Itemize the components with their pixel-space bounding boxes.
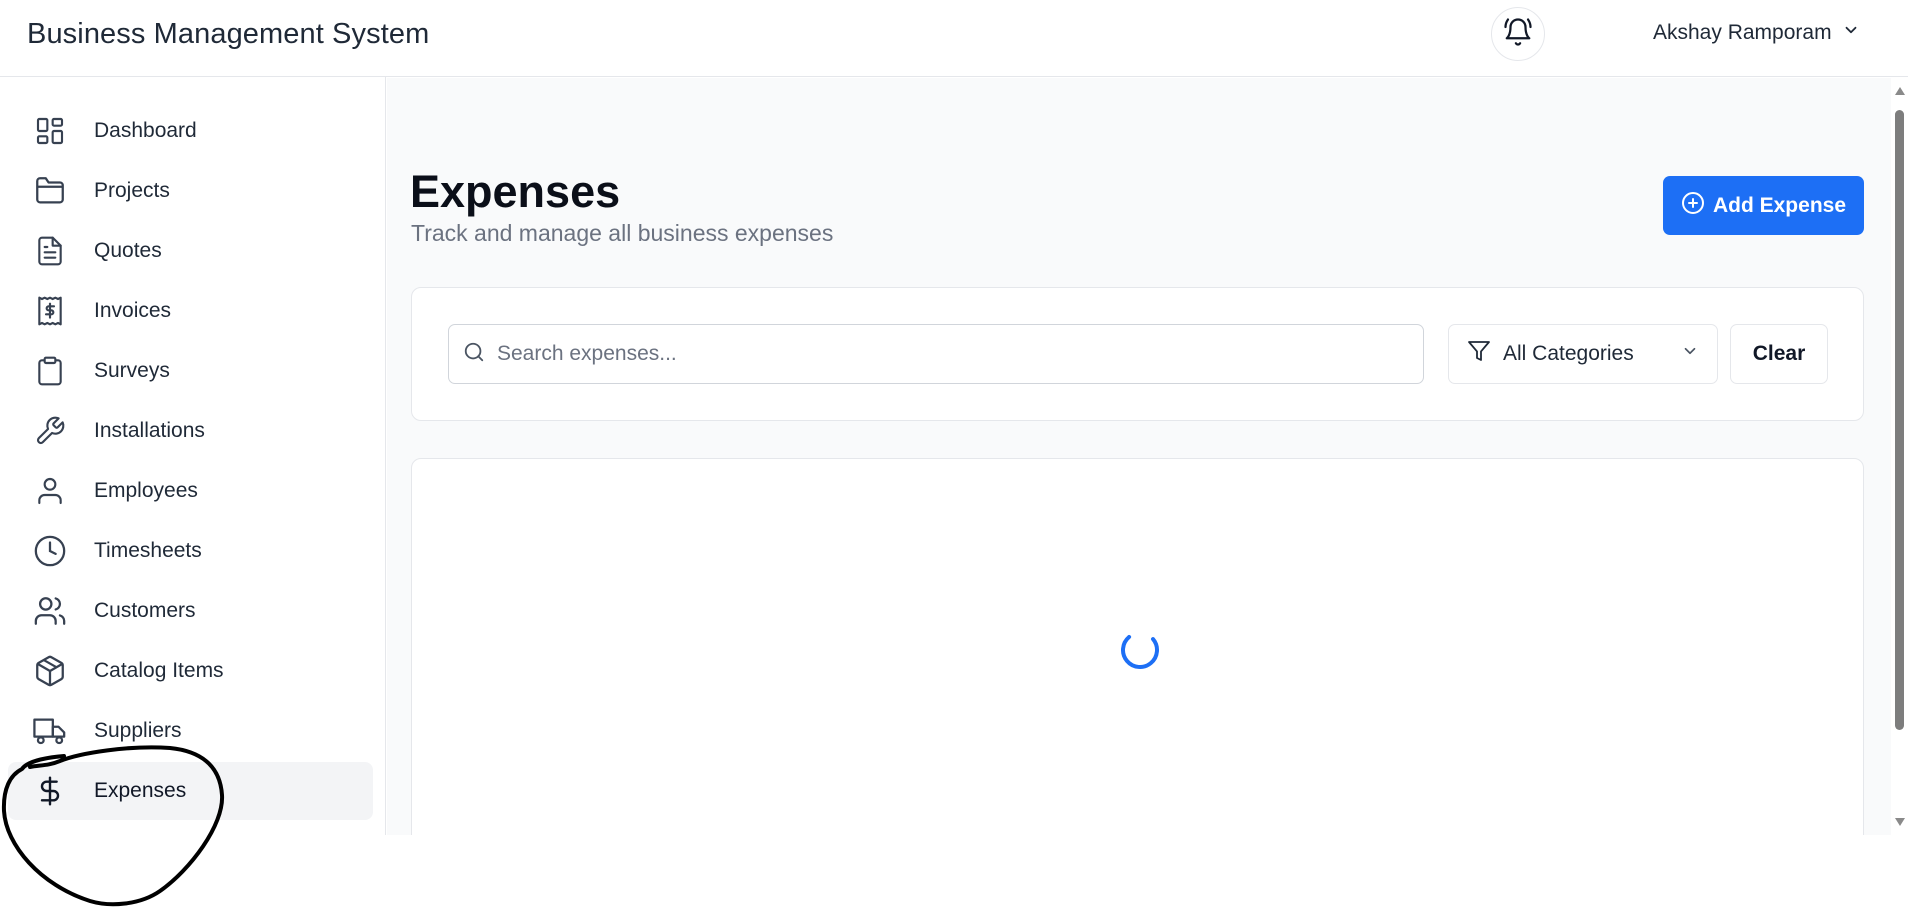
document-icon <box>32 233 68 269</box>
clear-button[interactable]: Clear <box>1730 324 1828 384</box>
filter-card: All Categories Clear <box>411 287 1864 421</box>
sidebar-item-expenses[interactable]: Expenses <box>8 762 373 820</box>
bottom-blank-area <box>0 835 1908 908</box>
sidebar-item-label: Customers <box>94 599 196 622</box>
dollar-icon <box>32 773 68 809</box>
page-title: Expenses <box>410 166 621 217</box>
sidebar-item-quotes[interactable]: Quotes <box>8 222 373 280</box>
sidebar: Dashboard Projects Quotes Invoices Surve… <box>8 77 386 835</box>
chevron-down-icon <box>1681 342 1699 366</box>
expenses-table-card <box>411 458 1864 835</box>
user-name: Akshay Ramporam <box>1653 21 1832 44</box>
sidebar-item-invoices[interactable]: Invoices <box>8 282 373 340</box>
notifications-button[interactable] <box>1491 7 1545 61</box>
user-menu[interactable]: Akshay Ramporam <box>1653 21 1860 45</box>
package-icon <box>32 653 68 689</box>
chevron-down-icon <box>1842 21 1860 45</box>
sidebar-item-label: Dashboard <box>94 119 197 142</box>
sidebar-item-employees[interactable]: Employees <box>8 462 373 520</box>
wrench-icon <box>32 413 68 449</box>
dashboard-icon <box>32 113 68 149</box>
sidebar-item-label: Expenses <box>94 779 187 802</box>
clock-icon <box>32 533 68 569</box>
top-header: Business Management System Akshay Rampor… <box>0 0 1908 77</box>
sidebar-item-label: Surveys <box>94 359 170 382</box>
category-filter-value: All Categories <box>1503 342 1634 365</box>
sidebar-item-label: Timesheets <box>94 539 202 562</box>
sidebar-item-installations[interactable]: Installations <box>8 402 373 460</box>
add-expense-button[interactable]: Add Expense <box>1663 176 1864 235</box>
scroll-up-arrow-icon[interactable] <box>1895 87 1905 95</box>
sidebar-item-label: Suppliers <box>94 719 182 742</box>
search-icon <box>463 341 485 368</box>
add-expense-label: Add Expense <box>1712 193 1847 217</box>
search-input[interactable] <box>497 342 1397 366</box>
app-title: Business Management System <box>27 18 430 50</box>
user-icon <box>32 473 68 509</box>
loading-spinner-icon <box>1121 631 1159 669</box>
sidebar-item-label: Projects <box>94 179 170 202</box>
filter-icon <box>1467 339 1491 369</box>
sidebar-item-label: Catalog Items <box>94 659 224 682</box>
sidebar-item-label: Installations <box>94 419 205 442</box>
main-content: Expenses Track and manage all business e… <box>387 78 1891 835</box>
page-subtitle: Track and manage all business expenses <box>411 220 834 246</box>
sidebar-item-label: Quotes <box>94 239 162 262</box>
sidebar-item-label: Employees <box>94 479 198 502</box>
sidebar-item-dashboard[interactable]: Dashboard <box>8 102 373 160</box>
users-icon <box>32 593 68 629</box>
main-scrollbar[interactable] <box>1891 78 1908 835</box>
truck-icon <box>32 713 68 749</box>
search-box[interactable] <box>448 324 1424 384</box>
sidebar-item-surveys[interactable]: Surveys <box>8 342 373 400</box>
scrollbar-thumb[interactable] <box>1895 110 1904 730</box>
sidebar-item-suppliers[interactable]: Suppliers <box>8 702 373 760</box>
sidebar-item-timesheets[interactable]: Timesheets <box>8 522 373 580</box>
sidebar-item-label: Invoices <box>94 299 172 322</box>
clipboard-icon <box>32 353 68 389</box>
sidebar-item-projects[interactable]: Projects <box>8 162 373 220</box>
receipt-icon <box>32 293 68 329</box>
scroll-down-arrow-icon[interactable] <box>1895 818 1905 826</box>
sidebar-item-customers[interactable]: Customers <box>8 582 373 640</box>
sidebar-item-catalog-items[interactable]: Catalog Items <box>8 642 373 700</box>
plus-circle-icon <box>1681 191 1705 221</box>
category-filter-select[interactable]: All Categories <box>1448 324 1718 384</box>
bell-icon <box>1503 17 1533 52</box>
folder-icon <box>32 173 68 209</box>
